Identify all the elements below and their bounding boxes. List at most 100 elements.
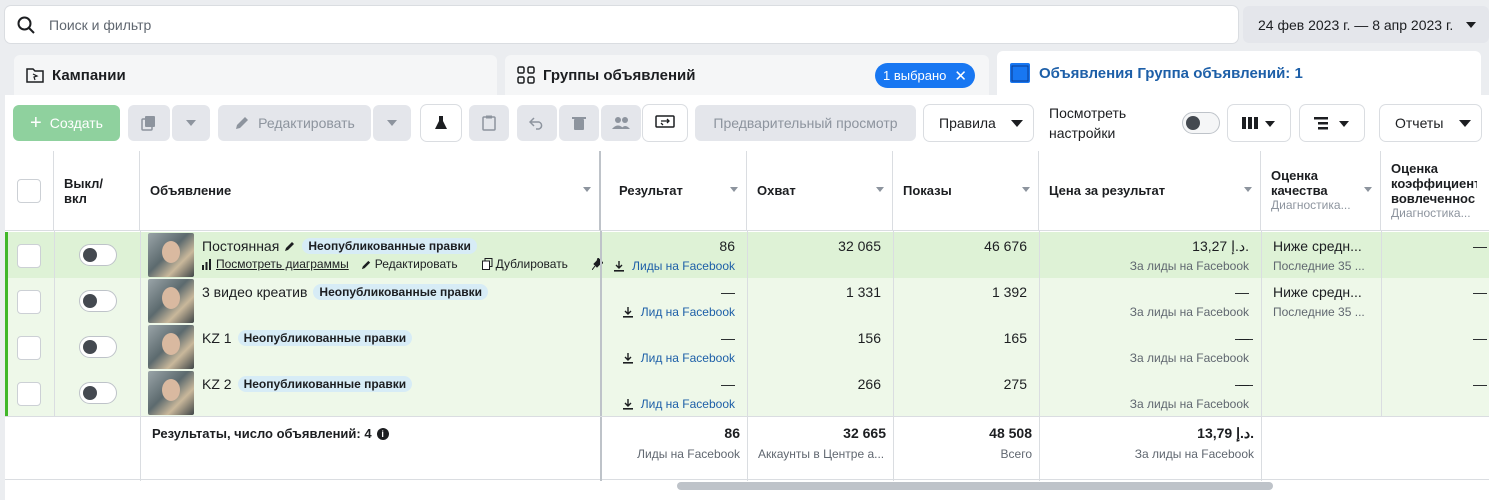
swap-icon <box>655 115 675 128</box>
column-header-result[interactable]: Результат <box>601 151 747 231</box>
row-checkbox[interactable] <box>17 382 41 406</box>
totals-reach-sub: Аккаунты в Центре а... <box>758 447 885 461</box>
result-type-link[interactable]: Лиды на Facebook <box>614 259 735 273</box>
reports-button[interactable]: Отчеты <box>1380 105 1481 141</box>
tab-ad-sets-label: Группы объявлений <box>543 66 696 84</box>
compare-button[interactable] <box>643 105 687 141</box>
ad-thumbnail[interactable] <box>148 325 194 369</box>
pencil-icon <box>236 117 249 129</box>
grid-line <box>747 417 748 481</box>
ad-name[interactable]: 3 видео креатив Неопубликованные правки <box>202 284 488 300</box>
ab-test-button[interactable] <box>421 105 461 141</box>
plus-icon: + <box>30 111 42 134</box>
edit-button[interactable]: Редактировать <box>218 105 371 141</box>
column-header-quality[interactable]: Оценка качества Диагностика... <box>1261 151 1381 231</box>
ad-name[interactable]: KZ 2 Неопубликованные правки <box>202 376 413 392</box>
sort-icon[interactable] <box>876 187 884 192</box>
quality-value: — <box>1239 376 1253 392</box>
row-checkbox[interactable] <box>17 336 41 360</box>
duplicate-link-label: Дублировать <box>495 257 568 271</box>
column-header-ad[interactable]: Объявление <box>140 151 601 231</box>
select-all-checkbox[interactable] <box>17 179 41 203</box>
horizontal-scrollbar[interactable] <box>677 482 1273 490</box>
tab-ads[interactable]: Объявления Группа объявлений: 1 <box>997 51 1481 95</box>
edit-link[interactable]: Редактировать <box>361 257 470 271</box>
clipboard-icon <box>482 115 496 131</box>
reach-cell: 1 331 <box>747 278 893 324</box>
impressions-cell: 165 <box>893 324 1039 370</box>
ad-thumbnail[interactable] <box>148 279 194 323</box>
edit-label: Редактировать <box>258 115 355 131</box>
create-button[interactable]: + Создать <box>13 105 120 141</box>
search-input[interactable]: Поиск и фильтр <box>5 6 1238 43</box>
ad-thumbnail[interactable] <box>148 233 194 277</box>
tab-ad-sets[interactable]: Группы объявлений 1 выбрано ✕ <box>505 55 989 95</box>
duplicate-button[interactable] <box>128 105 170 141</box>
totals-cost-sub: За лиды на Facebook <box>1134 447 1254 461</box>
result-type-link[interactable]: Лид на Facebook <box>622 305 735 319</box>
ad-thumbnail[interactable] <box>148 371 194 415</box>
sort-icon[interactable] <box>1364 187 1372 192</box>
duplicate-link[interactable]: Дублировать <box>481 257 580 271</box>
result-value: — <box>721 376 735 392</box>
duplicate-dropdown[interactable] <box>172 105 210 141</box>
selected-badge[interactable]: 1 выбрано ✕ <box>875 63 975 88</box>
selection-indicator <box>5 232 8 416</box>
column-header-impressions[interactable]: Показы <box>893 151 1039 231</box>
download-icon <box>622 306 633 318</box>
columns-icon <box>1242 117 1275 129</box>
chevron-down-icon <box>1459 120 1471 127</box>
view-charts-link[interactable]: Посмотреть диаграммы <box>202 257 349 271</box>
breakdown-button[interactable] <box>1300 105 1364 141</box>
unpublished-badge: Неопубликованные правки <box>313 284 488 300</box>
date-range-picker[interactable]: 24 фев 2023 г. — 8 апр 2023 г. <box>1243 6 1489 43</box>
row-checkbox[interactable] <box>17 244 41 268</box>
sort-icon[interactable] <box>730 187 738 192</box>
rules-button[interactable]: Правила <box>924 105 1033 141</box>
columns-button[interactable] <box>1228 105 1290 141</box>
row-checkbox[interactable] <box>17 290 41 314</box>
grid-line <box>140 417 141 481</box>
trash-icon <box>572 117 586 130</box>
column-header-engagement[interactable]: Оценка коэффициент вовлеченнос Диагностик… <box>1381 151 1489 231</box>
sort-icon[interactable] <box>1244 187 1252 192</box>
ad-status-toggle[interactable] <box>79 244 117 266</box>
undo-button[interactable] <box>517 105 557 141</box>
totals-row: Результаты, число объявлений: 4 i 86 Лиды… <box>5 416 1489 481</box>
grid-line <box>600 417 602 481</box>
engagement-value: — <box>1473 284 1487 300</box>
view-settings-toggle[interactable] <box>1182 112 1220 134</box>
sort-icon[interactable] <box>583 187 591 192</box>
delete-button[interactable] <box>559 105 599 141</box>
column-header-toggle[interactable]: Выкл/ вкл <box>54 151 140 231</box>
ad-name[interactable]: Постоянная Неопубликованные правки <box>202 238 477 254</box>
totals-label-wrap: Результаты, число объявлений: 4 i <box>152 426 389 441</box>
download-icon <box>622 398 633 410</box>
result-type-label: Лиды на Facebook <box>632 259 735 273</box>
grid-line <box>893 417 894 481</box>
sort-icon[interactable] <box>1022 187 1030 192</box>
ad-status-toggle[interactable] <box>79 290 117 312</box>
totals-label: Результаты, число объявлений: 4 <box>152 426 372 441</box>
ads-panel: + Создать Редактировать Предварительный п… <box>5 95 1489 500</box>
undo-icon <box>529 117 543 130</box>
close-icon[interactable]: ✕ <box>954 67 967 85</box>
audience-button[interactable] <box>601 105 641 141</box>
column-header-cost[interactable]: Цена за результат <box>1039 151 1261 231</box>
clipboard-button[interactable] <box>469 105 509 141</box>
pencil-icon <box>361 260 370 269</box>
info-icon[interactable]: i <box>376 427 389 440</box>
ad-name[interactable]: KZ 1 Неопубликованные правки <box>202 330 413 346</box>
cost-cell: 13,27 د.إ. За лиды на Facebook <box>1039 232 1261 278</box>
grid-line <box>1381 231 1382 416</box>
tab-campaigns[interactable]: Кампании <box>14 55 497 95</box>
ad-status-toggle[interactable] <box>79 382 117 404</box>
pencil-icon[interactable] <box>284 240 296 252</box>
unpublished-badge: Неопубликованные правки <box>237 376 413 392</box>
column-header-reach[interactable]: Охват <box>747 151 893 231</box>
result-type-link[interactable]: Лид на Facebook <box>622 397 735 411</box>
ad-status-toggle[interactable] <box>79 336 117 358</box>
edit-dropdown[interactable] <box>373 105 411 141</box>
preview-button[interactable]: Предварительный просмотр <box>695 105 916 141</box>
result-type-link[interactable]: Лид на Facebook <box>622 351 735 365</box>
